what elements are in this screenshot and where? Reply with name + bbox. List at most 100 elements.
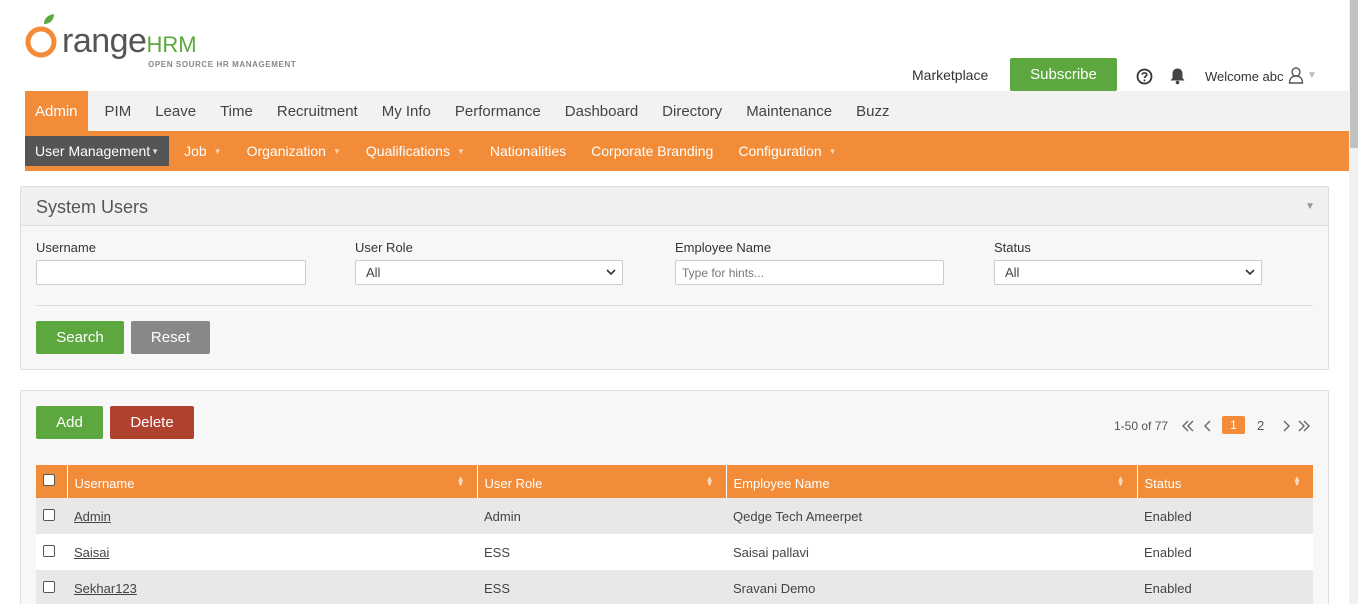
logo-hrm: HRM <box>146 32 197 57</box>
chevron-down-icon <box>606 269 616 276</box>
table-row: Admin Admin Qedge Tech Ameerpet Enabled <box>36 498 1313 534</box>
column-user-role[interactable]: User Role ▲ ▼ <box>477 465 727 498</box>
chevron-down-icon: ▼ <box>828 146 837 156</box>
column-status[interactable]: Status ▲ ▼ <box>1137 465 1313 498</box>
main-menu-item-leave[interactable]: Leave <box>146 91 211 131</box>
page-header: rangeHRM OPEN SOURCE HR MANAGEMENT Marke… <box>0 0 1349 91</box>
add-button[interactable]: Add <box>36 406 103 439</box>
status-select[interactable]: All <box>994 260 1262 285</box>
chevron-down-icon: ▼ <box>213 146 222 156</box>
panel-header: System Users ▼ <box>21 187 1328 226</box>
column-employee-name[interactable]: Employee Name ▲ ▼ <box>726 465 1138 498</box>
sub-menu-item-corporate-branding[interactable]: Corporate Branding <box>581 136 723 166</box>
sub-menu-item-configuration[interactable]: Configuration ▼ <box>728 136 846 166</box>
collapse-toggle-icon[interactable]: ▼ <box>1305 201 1315 212</box>
row-checkbox[interactable] <box>43 508 55 521</box>
reset-button[interactable]: Reset <box>131 321 210 354</box>
row-checkbox[interactable] <box>43 580 55 593</box>
main-menu-item-time[interactable]: Time <box>211 91 268 131</box>
first-page-icon[interactable] <box>1181 419 1195 433</box>
sort-icon[interactable]: ▲ ▼ <box>706 475 714 488</box>
welcome-text[interactable]: Welcome abc <box>1205 69 1284 84</box>
chevron-down-icon <box>1245 269 1255 276</box>
next-page-icon[interactable] <box>1279 419 1293 433</box>
chevron-down-icon: ▼ <box>332 146 341 156</box>
username-link[interactable]: Sekhar123 <box>74 581 137 596</box>
scrollbar-thumb[interactable] <box>1350 0 1358 148</box>
page-2-link[interactable]: 2 <box>1257 418 1264 433</box>
system-users-panel: System Users ▼ Username User Role All Em… <box>20 186 1329 370</box>
user-role-cell: ESS <box>477 534 726 570</box>
sub-menu-item-nationalities[interactable]: Nationalities <box>480 136 576 166</box>
sub-menu-label: User Management <box>35 143 151 159</box>
current-page[interactable]: 1 <box>1222 416 1245 434</box>
username-label: Username <box>36 240 96 255</box>
main-menu-item-maintenance[interactable]: Maintenance <box>737 91 847 131</box>
table-header-row: Username ▲ ▼ User Role ▲ ▼ Employee Name ▲ ▼ S… <box>36 465 1313 498</box>
panel-title: System Users <box>36 197 149 217</box>
username-cell: Saisai <box>67 534 477 570</box>
sub-menu-item-user-management[interactable]: User Management ▼ <box>25 136 170 166</box>
sub-menu-label: Job <box>184 143 207 159</box>
chevron-down-icon[interactable]: ▼ <box>1307 70 1317 81</box>
chevron-down-icon: ▼ <box>456 146 465 156</box>
previous-page-icon[interactable] <box>1201 419 1215 433</box>
main-menu-item-my-info[interactable]: My Info <box>373 91 446 131</box>
row-select-cell <box>36 498 67 534</box>
divider <box>36 305 1313 306</box>
employee-name-cell: Saisai pallavi <box>726 534 1137 570</box>
main-menu-item-pim[interactable]: PIM <box>96 91 147 131</box>
users-table: Username ▲ ▼ User Role ▲ ▼ Employee Name ▲ ▼ S… <box>36 465 1313 604</box>
sub-menu-item-organization[interactable]: Organization ▼ <box>237 136 351 166</box>
main-menu-item-performance[interactable]: Performance <box>446 91 556 131</box>
user-role-select[interactable]: All <box>355 260 623 285</box>
help-icon[interactable] <box>1136 68 1153 85</box>
row-select-cell <box>36 570 67 604</box>
username-cell: Sekhar123 <box>67 570 477 604</box>
select-all-checkbox[interactable] <box>43 474 55 486</box>
row-checkbox[interactable] <box>43 544 55 557</box>
main-menu-item-admin[interactable]: Admin <box>25 91 88 131</box>
orange-logo-icon <box>25 14 57 58</box>
column-username[interactable]: Username ▲ ▼ <box>67 465 478 498</box>
sub-menu-item-qualifications[interactable]: Qualifications ▼ <box>356 136 475 166</box>
employee-name-input[interactable]: Type for hints... <box>675 260 944 285</box>
employee-name-cell: Qedge Tech Ameerpet <box>726 498 1137 534</box>
employee-name-label: Employee Name <box>675 240 772 255</box>
search-button[interactable]: Search <box>36 321 124 354</box>
user-role-value: All <box>366 265 381 280</box>
subscribe-button[interactable]: Subscribe <box>1010 58 1117 91</box>
sort-icon[interactable]: ▲ ▼ <box>1293 475 1301 488</box>
main-menu-item-directory[interactable]: Directory <box>653 91 737 131</box>
table-row: Sekhar123 ESS Sravani Demo Enabled <box>36 570 1313 604</box>
main-menu-item-buzz[interactable]: Buzz <box>847 91 904 131</box>
sort-icon[interactable]: ▲ ▼ <box>457 475 465 488</box>
sub-menu: User Management ▼ Job ▼ Organization ▼ Qualifi… <box>25 131 1349 171</box>
chevron-down-icon: ▼ <box>151 146 160 156</box>
username-input[interactable] <box>36 260 306 285</box>
username-link[interactable]: Saisai <box>74 545 109 560</box>
status-cell: Enabled <box>1137 534 1313 570</box>
select-all-header <box>36 465 68 498</box>
sub-menu-label: Qualifications <box>365 143 450 159</box>
marketplace-link[interactable]: Marketplace <box>912 67 988 83</box>
username-link[interactable]: Admin <box>74 509 111 524</box>
delete-button[interactable]: Delete <box>110 406 194 439</box>
sort-icon[interactable]: ▲ ▼ <box>1117 475 1125 488</box>
sub-menu-label: Nationalities <box>489 143 567 159</box>
logo-word: range <box>62 22 147 60</box>
user-icon[interactable] <box>1288 66 1304 84</box>
sub-menu-item-job[interactable]: Job ▼ <box>174 136 232 166</box>
pager-info: 1-50 of 77 <box>1114 419 1169 433</box>
sub-menu-label: Corporate Branding <box>591 143 714 159</box>
row-select-cell <box>36 534 67 570</box>
orangehrm-logo[interactable]: rangeHRM OPEN SOURCE HR MANAGEMENT <box>24 12 314 74</box>
main-menu-item-dashboard[interactable]: Dashboard <box>556 91 653 131</box>
last-page-icon[interactable] <box>1297 419 1311 433</box>
main-menu-item-recruitment[interactable]: Recruitment <box>268 91 373 131</box>
bell-icon[interactable] <box>1169 67 1186 85</box>
users-list-panel: Add Delete 1-50 of 77 1 2 Username ▲ ▼ Use… <box>20 390 1329 604</box>
status-cell: Enabled <box>1137 570 1313 604</box>
logo-tagline: OPEN SOURCE HR MANAGEMENT <box>148 60 297 69</box>
username-cell: Admin <box>67 498 477 534</box>
